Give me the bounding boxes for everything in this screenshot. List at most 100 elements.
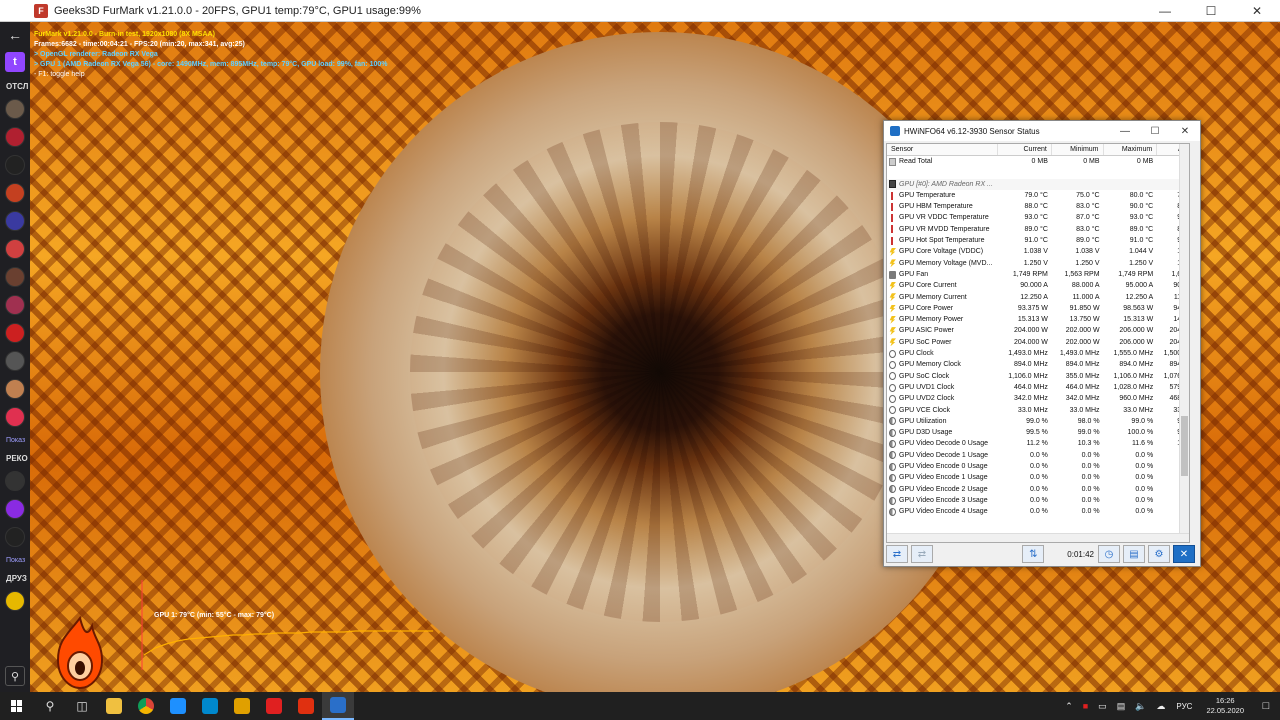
table-row[interactable]: GPU Core Voltage (VDDC) 1.038 V 1.038 V 1.0… <box>887 246 1189 257</box>
sensor-maximum: 206.000 W <box>1119 327 1154 335</box>
search-icon[interactable]: ⚲ <box>5 666 25 686</box>
hwinfo-close-button[interactable]: ✕ <box>1170 121 1200 141</box>
table-row[interactable]: GPU Fan1,749 RPM1,563 RPM1,749 RPM1,6... <box>887 269 1189 280</box>
sensor-label: GPU Video Decode 1 Usage <box>899 451 988 459</box>
table-row[interactable]: GPU VCE Clock33.0 MHz33.0 MHz33.0 MHz33.… <box>887 405 1189 416</box>
table-row[interactable]: GPU Memory Clock 894.0 MHz 894.0 MHz 894.0 … <box>887 359 1189 370</box>
maximize-button[interactable]: ☐ <box>1188 0 1234 22</box>
taskbar-clock[interactable]: 16:26 22.05.2020 <box>1206 696 1244 716</box>
table-row[interactable]: GPU Hot Spot Temperature 91.0 °C 89.0 °C 91… <box>887 235 1189 246</box>
table-row[interactable]: GPU Video Encode 2 Usage0.0 %0.0 %0.0 %.… <box>887 484 1189 495</box>
app-icon <box>234 698 250 714</box>
table-row[interactable]: GPU ASIC Power 204.000 W 202.000 W 206.000 … <box>887 325 1189 336</box>
table-row[interactable]: GPU HBM Temperature 88.0 °C 83.0 °C 90.0 °C… <box>887 201 1189 212</box>
navigate-arrows-disabled-icon[interactable]: ⇄ <box>911 545 933 563</box>
channel-avatar[interactable] <box>5 527 25 547</box>
search-icon[interactable]: ⚲ <box>34 692 66 720</box>
column-header-minimum[interactable]: Minimum <box>1052 144 1104 155</box>
table-row[interactable]: GPU Clock 1,493.0 MHz 1,493.0 MHz 1,555.0 M… <box>887 348 1189 359</box>
channel-avatar[interactable] <box>5 267 25 287</box>
clock-reset-icon[interactable]: ◷ <box>1098 545 1120 563</box>
table-row[interactable]: GPU Video Encode 1 Usage0.0 %0.0 %0.0 %.… <box>887 472 1189 483</box>
horizontal-scrollbar[interactable] <box>887 533 1189 542</box>
taskbar-app-button[interactable] <box>322 692 354 720</box>
language-indicator[interactable]: РУС <box>1176 702 1192 711</box>
log-file-icon[interactable]: ▤ <box>1123 545 1145 563</box>
channel-avatar[interactable] <box>5 351 25 371</box>
taskbar-app-button[interactable] <box>226 692 258 720</box>
sensor-maximum: 1.250 V <box>1129 259 1154 267</box>
twitch-logo-icon[interactable]: t <box>5 52 25 72</box>
show-more-link[interactable]: Показ <box>0 431 30 448</box>
display-icon[interactable]: ▭ <box>1098 701 1107 712</box>
table-row[interactable]: GPU UVD2 Clock 342.0 MHz 342.0 MHz 960.0 MH… <box>887 393 1189 404</box>
chrome-icon[interactable] <box>130 692 162 720</box>
cloud-icon[interactable]: ☁ <box>1156 701 1165 712</box>
column-header-current[interactable]: Current <box>998 144 1052 155</box>
sensor-maximum: 93.0 °C <box>1129 214 1154 222</box>
table-row[interactable]: GPU Video Decode 1 Usage0.0 %0.0 %0.0 %.… <box>887 450 1189 461</box>
channel-avatar[interactable] <box>5 239 25 259</box>
notifications-icon[interactable]: □ <box>1252 692 1280 720</box>
taskbar-app-button[interactable] <box>194 692 226 720</box>
navigate-arrows-icon[interactable]: ⇄ <box>886 545 908 563</box>
table-row[interactable]: GPU UVD1 Clock 464.0 MHz 464.0 MHz 1,028.0 … <box>887 382 1189 393</box>
channel-avatar[interactable] <box>5 155 25 175</box>
hwinfo-minimize-button[interactable]: — <box>1110 121 1140 141</box>
table-row[interactable]: GPU Utilization99.0 %98.0 %99.0 %9... <box>887 416 1189 427</box>
taskbar-app-button[interactable] <box>290 692 322 720</box>
channel-avatar[interactable] <box>5 407 25 427</box>
table-row[interactable]: GPU Temperature79.0 °C75.0 °C80.0 °C7... <box>887 190 1189 201</box>
table-row[interactable]: GPU VR MVDD Temperature 89.0 °C 83.0 °C 89.… <box>887 224 1189 235</box>
friend-avatar[interactable] <box>5 591 25 611</box>
table-row[interactable]: GPU Video Encode 0 Usage0.0 %0.0 %0.0 %.… <box>887 461 1189 472</box>
volume-icon[interactable]: 🔈 <box>1135 701 1146 712</box>
taskbar-app-button[interactable] <box>162 692 194 720</box>
column-header-sensor[interactable]: Sensor <box>887 144 999 155</box>
app-icon <box>202 698 218 714</box>
table-row[interactable]: GPU Memory Voltage (MVD... 1.250 V 1.250 V… <box>887 258 1189 269</box>
table-row[interactable]: GPU Core Power93.375 W91.850 W98.563 W94… <box>887 303 1189 314</box>
table-row[interactable]: GPU Video Encode 3 Usage0.0 %0.0 %0.0 %.… <box>887 495 1189 506</box>
start-button[interactable] <box>0 692 34 720</box>
taskbar-app-button[interactable] <box>258 692 290 720</box>
back-arrow-icon[interactable]: ← <box>0 22 30 48</box>
channel-avatar[interactable] <box>5 183 25 203</box>
channel-avatar[interactable] <box>5 295 25 315</box>
task-view-icon[interactable]: ◫ <box>66 692 98 720</box>
table-row[interactable]: GPU Video Decode 0 Usage 11.2 % 10.3 % 11.6… <box>887 438 1189 449</box>
file-explorer-icon[interactable] <box>98 692 130 720</box>
channel-avatar[interactable] <box>5 211 25 231</box>
vertical-scrollbar[interactable] <box>1179 144 1189 542</box>
channel-avatar[interactable] <box>5 499 25 519</box>
table-row[interactable]: GPU D3D Usage99.5 %99.0 %100.0 %9... <box>887 427 1189 438</box>
tray-app-icon[interactable]: ■ <box>1083 701 1088 711</box>
show-more-link-2[interactable]: Показ <box>0 551 30 568</box>
sensor-group-header[interactable]: GPU [#0]: AMD Radeon RX ... <box>887 178 1189 190</box>
network-sensors-icon[interactable]: ⇅ <box>1022 545 1045 563</box>
channel-avatar[interactable] <box>5 99 25 119</box>
temp-sensor-icon <box>889 214 896 223</box>
channel-avatar[interactable] <box>5 379 25 399</box>
table-row[interactable]: GPU Memory Power 15.313 W 13.750 W 15.313 W… <box>887 314 1189 325</box>
table-row[interactable]: GPU Core Current 90.000 A 88.000 A 95.000 A… <box>887 280 1189 291</box>
table-row[interactable]: GPU VR VDDC Temperature 93.0 °C 87.0 °C 93.… <box>887 212 1189 223</box>
furmark-app-icon: F <box>34 3 48 18</box>
close-sensors-icon[interactable]: ✕ <box>1173 545 1195 563</box>
settings-gear-icon[interactable]: ⚙ <box>1148 545 1170 563</box>
scrollbar-thumb[interactable] <box>1181 416 1188 476</box>
table-row[interactable]: Read Total 0 MB 0 MB 0 MB <box>887 156 1189 167</box>
channel-avatar[interactable] <box>5 471 25 491</box>
table-row[interactable]: GPU SoC Clock 1,106.0 MHz 355.0 MHz 1,106.0… <box>887 371 1189 382</box>
table-row[interactable]: GPU SoC Power 204.000 W 202.000 W 206.000 W… <box>887 337 1189 348</box>
column-header-maximum[interactable]: Maximum <box>1104 144 1158 155</box>
channel-avatar[interactable] <box>5 323 25 343</box>
minimize-button[interactable]: — <box>1142 0 1188 22</box>
network-icon[interactable]: ▤ <box>1117 701 1126 712</box>
channel-avatar[interactable] <box>5 127 25 147</box>
hwinfo-maximize-button[interactable]: ☐ <box>1140 121 1170 141</box>
table-row[interactable]: GPU Memory Current 12.250 A 11.000 A 12.250… <box>887 292 1189 303</box>
chevron-up-icon[interactable]: ⌃ <box>1065 701 1073 712</box>
table-row[interactable]: GPU Video Encode 4 Usage0.0 %0.0 %0.0 %.… <box>887 506 1189 517</box>
close-button[interactable]: ✕ <box>1234 0 1280 22</box>
